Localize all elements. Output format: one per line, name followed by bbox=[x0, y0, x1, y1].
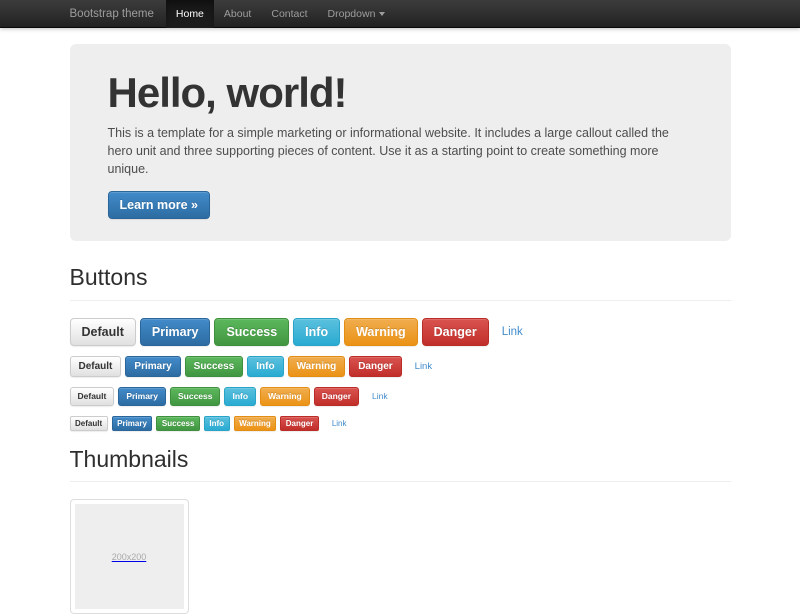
link-button-large[interactable]: Link bbox=[502, 326, 523, 338]
thumbnails-section-heading: Thumbnails bbox=[70, 447, 731, 482]
button-row-extra-small: Default Primary Success Info Warning Dan… bbox=[70, 416, 731, 431]
navbar: Bootstrap theme Home About Contact Dropd… bbox=[0, 0, 800, 28]
danger-button-large[interactable]: Danger bbox=[422, 318, 489, 346]
navbar-brand[interactable]: Bootstrap theme bbox=[70, 0, 154, 28]
info-button-small[interactable]: Info bbox=[224, 387, 256, 406]
thumbnail-item[interactable]: 200x200 bbox=[70, 499, 189, 614]
danger-button-xsmall[interactable]: Danger bbox=[280, 416, 319, 431]
caret-down-icon bbox=[379, 12, 385, 16]
nav-item-about[interactable]: About bbox=[214, 0, 261, 28]
hero-unit: Hello, world! This is a template for a s… bbox=[70, 44, 731, 241]
info-button-xsmall[interactable]: Info bbox=[204, 416, 230, 431]
link-button-medium[interactable]: Link bbox=[415, 361, 432, 372]
main-content: Hello, world! This is a template for a s… bbox=[70, 44, 731, 614]
link-button-xsmall[interactable]: Link bbox=[332, 419, 347, 428]
danger-button-medium[interactable]: Danger bbox=[349, 356, 401, 377]
learn-more-button[interactable]: Learn more » bbox=[108, 191, 211, 219]
nav-item-dropdown-label: Dropdown bbox=[328, 8, 376, 20]
info-button-medium[interactable]: Info bbox=[247, 356, 283, 377]
success-button-large[interactable]: Success bbox=[214, 318, 289, 346]
hero-title: Hello, world! bbox=[108, 71, 693, 115]
danger-button-small[interactable]: Danger bbox=[314, 387, 359, 406]
link-button-small[interactable]: Link bbox=[372, 391, 388, 401]
warning-button-medium[interactable]: Warning bbox=[288, 356, 346, 377]
buttons-section-heading: Buttons bbox=[70, 265, 731, 300]
success-button-small[interactable]: Success bbox=[170, 387, 221, 406]
nav-item-dropdown[interactable]: Dropdown bbox=[318, 0, 396, 28]
info-button-large[interactable]: Info bbox=[293, 318, 340, 346]
default-button-small[interactable]: Default bbox=[70, 387, 115, 406]
primary-button-small[interactable]: Primary bbox=[118, 387, 166, 406]
nav-item-home[interactable]: Home bbox=[166, 0, 214, 28]
default-button-xsmall[interactable]: Default bbox=[70, 416, 108, 431]
primary-button-medium[interactable]: Primary bbox=[125, 356, 180, 377]
warning-button-small[interactable]: Warning bbox=[260, 387, 310, 406]
nav-item-contact[interactable]: Contact bbox=[261, 0, 317, 28]
thumbnail-placeholder-image: 200x200 bbox=[75, 504, 184, 609]
warning-button-large[interactable]: Warning bbox=[344, 318, 418, 346]
default-button-large[interactable]: Default bbox=[70, 318, 136, 346]
button-row-small: Default Primary Success Info Warning Dan… bbox=[70, 387, 731, 406]
success-button-xsmall[interactable]: Success bbox=[156, 416, 199, 431]
thumbnail-placeholder-text: 200x200 bbox=[112, 552, 147, 562]
primary-button-large[interactable]: Primary bbox=[140, 318, 211, 346]
primary-button-xsmall[interactable]: Primary bbox=[112, 416, 153, 431]
success-button-medium[interactable]: Success bbox=[185, 356, 244, 377]
button-row-large: Default Primary Success Info Warning Dan… bbox=[70, 318, 731, 346]
default-button-medium[interactable]: Default bbox=[70, 356, 122, 377]
hero-description: This is a template for a simple marketin… bbox=[108, 124, 693, 178]
button-row-default: Default Primary Success Info Warning Dan… bbox=[70, 356, 731, 377]
warning-button-xsmall[interactable]: Warning bbox=[234, 416, 277, 431]
